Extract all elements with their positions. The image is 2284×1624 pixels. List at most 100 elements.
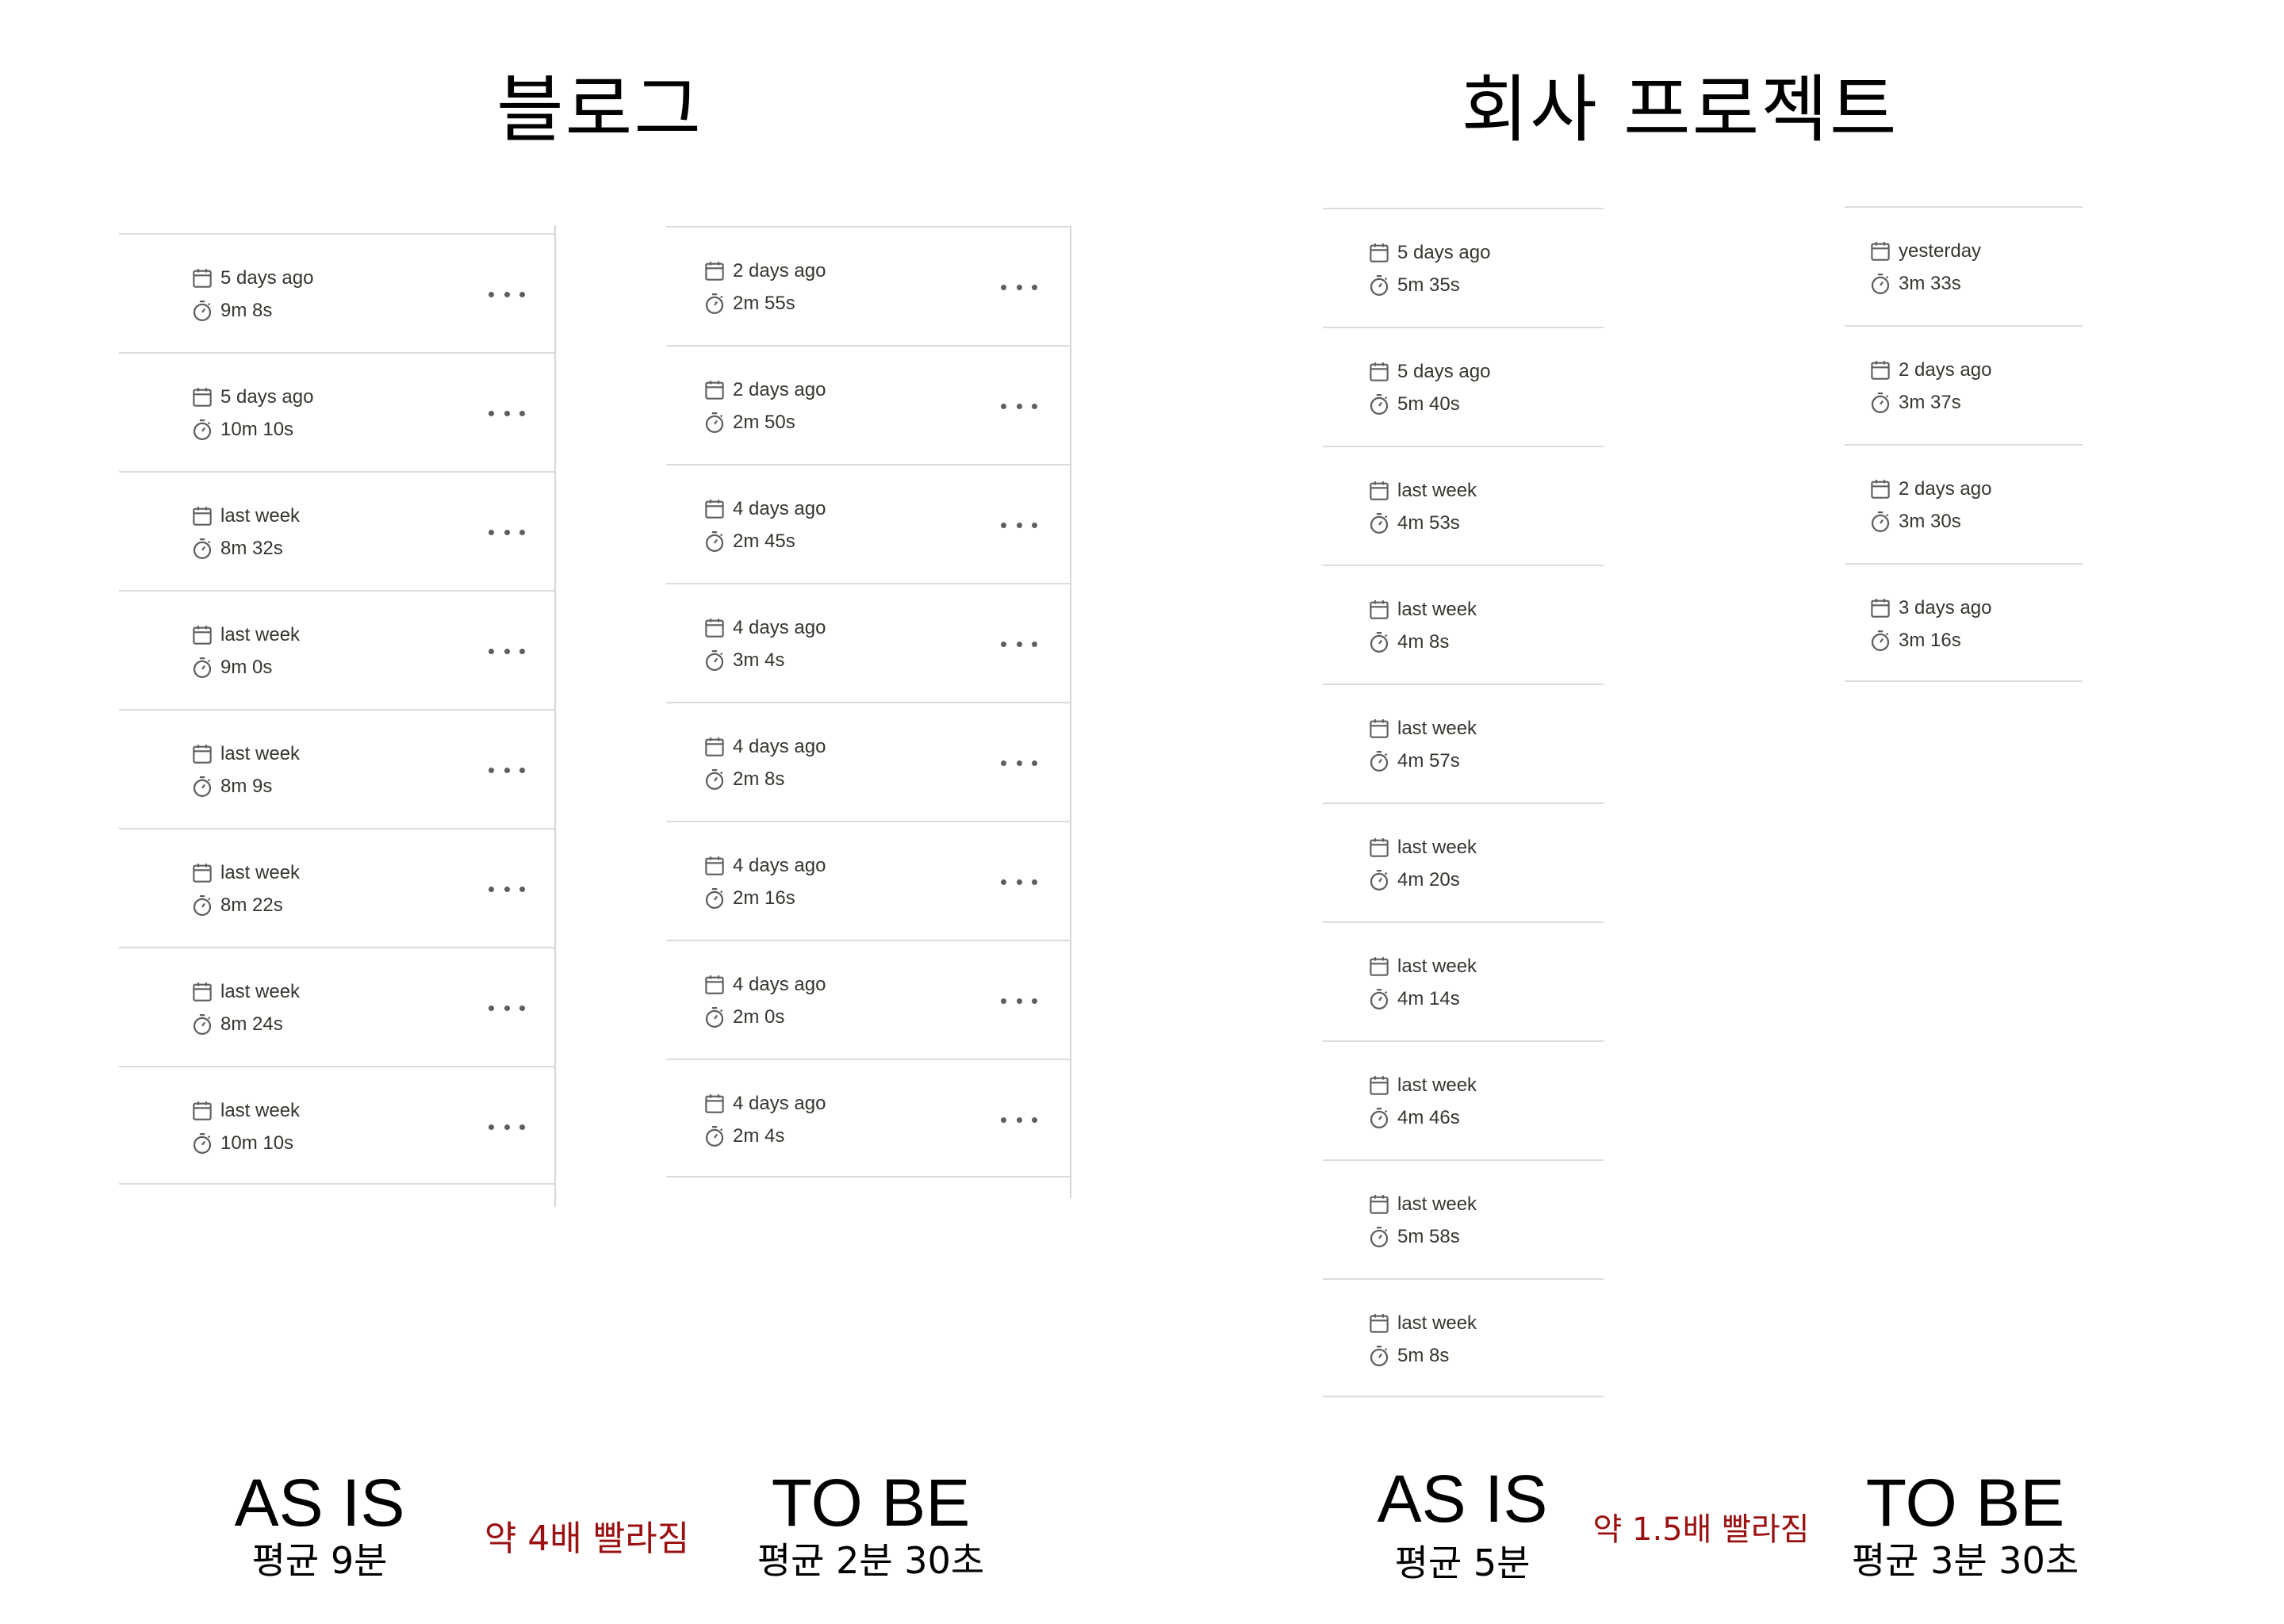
calendar-icon (1367, 479, 1397, 503)
run-date: last week (1367, 1312, 1477, 1335)
stopwatch-icon (1868, 272, 1899, 296)
more-horizontal-icon[interactable] (1001, 398, 1037, 414)
run-row[interactable]: last week 5m 8s (1323, 1278, 1604, 1397)
run-row[interactable]: 4 days ago 2m 16s (666, 821, 1071, 940)
stopwatch-icon (1367, 511, 1397, 535)
run-row[interactable]: last week 4m 14s (1323, 921, 1604, 1040)
stopwatch-icon (703, 530, 733, 553)
run-date: last week (1367, 717, 1477, 741)
run-date: 4 days ago (703, 497, 826, 521)
more-horizontal-icon[interactable] (489, 1119, 525, 1135)
run-date: last week (190, 1099, 300, 1123)
run-row[interactable]: 2 days ago 2m 50s (666, 345, 1071, 464)
run-date-text: 2 days ago (1899, 359, 1992, 381)
run-row[interactable]: last week 5m 58s (1323, 1159, 1604, 1278)
stopwatch-icon (190, 299, 220, 323)
stopwatch-icon (190, 418, 220, 442)
run-row[interactable]: 2 days ago 3m 37s (1845, 325, 2083, 444)
stopwatch-icon (703, 649, 733, 672)
run-date-text: last week (220, 1100, 301, 1121)
run-row[interactable]: 5 days ago 5m 40s (1323, 327, 1604, 446)
blog-as-is-summary: AS IS 평균 9분 (235, 1469, 405, 1581)
blog-to-be-label: TO BE (771, 1465, 971, 1540)
stopwatch-icon (703, 292, 733, 316)
blog-as-is-divider (554, 225, 556, 1207)
blog-to-be-summary: TO BE 평균 2분 30초 (757, 1469, 984, 1581)
calendar-icon (703, 259, 733, 283)
more-horizontal-icon[interactable] (1001, 1112, 1037, 1128)
run-duration-text: 8m 32s (220, 538, 283, 559)
run-duration-text: 4m 57s (1397, 750, 1460, 772)
more-horizontal-icon[interactable] (1001, 993, 1037, 1009)
company-speedup-note: 약 1.5배 빨라짐 (1592, 1511, 1810, 1548)
run-row[interactable]: last week 8m 24s (119, 947, 555, 1066)
company-as-is-average: 평균 5분 (1394, 1542, 1531, 1584)
run-duration: 3m 37s (1868, 391, 1961, 415)
run-duration-text: 4m 8s (1397, 631, 1450, 653)
more-horizontal-icon[interactable] (1001, 279, 1037, 295)
more-horizontal-icon[interactable] (1001, 874, 1037, 890)
run-row[interactable]: 5 days ago 5m 35s (1323, 208, 1604, 327)
more-horizontal-icon[interactable] (489, 286, 525, 302)
more-horizontal-icon[interactable] (489, 524, 525, 540)
run-duration: 3m 4s (703, 649, 784, 672)
more-horizontal-icon[interactable] (489, 1000, 525, 1016)
run-date-text: 4 days ago (733, 736, 826, 757)
company-as-is-label: AS IS (1377, 1461, 1548, 1536)
calendar-icon (1367, 955, 1397, 979)
more-horizontal-icon[interactable] (1001, 755, 1037, 771)
run-date-text: last week (220, 743, 301, 764)
run-date-text: 5 days ago (1397, 361, 1491, 382)
run-duration-text: 4m 46s (1397, 1107, 1460, 1128)
run-row[interactable]: 2 days ago 3m 30s (1845, 444, 2083, 563)
run-row[interactable]: last week 8m 9s (119, 709, 555, 828)
run-row[interactable]: 2 days ago 2m 55s (666, 226, 1071, 345)
stopwatch-icon (1868, 629, 1899, 653)
run-row[interactable]: 4 days ago 2m 45s (666, 464, 1071, 583)
run-duration: 2m 50s (703, 411, 795, 435)
run-date-text: last week (1397, 599, 1477, 620)
run-row[interactable]: yesterday 3m 33s (1845, 206, 2083, 325)
more-horizontal-icon[interactable] (1001, 636, 1037, 652)
run-row[interactable]: last week 4m 57s (1323, 684, 1604, 802)
run-date: last week (190, 504, 300, 528)
run-duration: 8m 9s (190, 775, 272, 799)
calendar-icon (190, 385, 220, 409)
run-duration-text: 2m 0s (733, 1006, 785, 1028)
run-duration-text: 2m 55s (733, 293, 795, 314)
more-horizontal-icon[interactable] (489, 643, 525, 659)
more-horizontal-icon[interactable] (1001, 517, 1037, 533)
calendar-icon (703, 735, 733, 759)
calendar-icon (1367, 241, 1397, 265)
calendar-icon (1367, 1193, 1397, 1216)
run-duration: 9m 8s (190, 299, 272, 323)
more-horizontal-icon[interactable] (489, 881, 525, 897)
stopwatch-icon (190, 537, 220, 561)
run-row[interactable]: 4 days ago 2m 0s (666, 940, 1071, 1059)
run-row[interactable]: last week 4m 53s (1323, 446, 1604, 565)
run-duration-text: 4m 20s (1397, 869, 1460, 891)
more-horizontal-icon[interactable] (489, 762, 525, 778)
run-row[interactable]: last week 10m 10s (119, 1066, 555, 1185)
run-row[interactable]: last week 4m 8s (1323, 565, 1604, 684)
run-row[interactable]: 4 days ago 2m 8s (666, 702, 1071, 821)
run-row[interactable]: last week 4m 20s (1323, 802, 1604, 921)
run-date: 5 days ago (190, 385, 313, 409)
run-row[interactable]: last week 8m 22s (119, 828, 555, 947)
run-row[interactable]: 3 days ago 3m 16s (1845, 563, 2083, 682)
run-duration-text: 2m 45s (733, 530, 795, 552)
run-row[interactable]: 5 days ago 10m 10s (119, 352, 555, 471)
run-row[interactable]: last week 4m 46s (1323, 1040, 1604, 1159)
run-duration: 2m 8s (703, 768, 784, 791)
run-row[interactable]: 4 days ago 2m 4s (666, 1059, 1071, 1178)
calendar-icon (1868, 477, 1899, 501)
run-row[interactable]: 4 days ago 3m 4s (666, 583, 1071, 702)
calendar-icon (703, 854, 733, 878)
more-horizontal-icon[interactable] (489, 405, 525, 421)
run-date: 3 days ago (1868, 596, 1991, 620)
run-duration: 5m 40s (1367, 393, 1460, 416)
run-row[interactable]: 5 days ago 9m 8s (119, 233, 555, 352)
run-row[interactable]: last week 9m 0s (119, 590, 555, 709)
run-date: 2 days ago (1868, 477, 1991, 501)
run-row[interactable]: last week 8m 32s (119, 471, 555, 590)
